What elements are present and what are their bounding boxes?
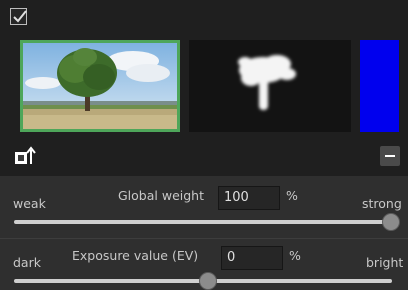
section-divider: [0, 238, 408, 239]
exposure-input[interactable]: 0: [221, 246, 283, 270]
layer-preview-panel: [0, 0, 408, 176]
weak-label: weak: [13, 196, 46, 211]
tree-landscape-photo: [23, 43, 177, 129]
bright-label: bright: [366, 255, 404, 270]
color-thumbnail[interactable]: [360, 40, 399, 132]
global-weight-unit: %: [286, 188, 298, 203]
dark-label: dark: [13, 255, 41, 270]
global-weight-slider-handle[interactable]: [382, 213, 400, 231]
exposure-title: Exposure value (EV): [72, 248, 199, 263]
global-weight-slider-track[interactable]: [14, 220, 392, 224]
add-to-layer-icon[interactable]: [14, 146, 36, 166]
photo-thumbnail[interactable]: [20, 40, 180, 132]
strong-label: strong: [362, 196, 402, 211]
exposure-unit: %: [289, 248, 301, 263]
checkmark-icon: [13, 10, 27, 23]
minus-icon: [385, 155, 395, 157]
remove-layer-button[interactable]: [380, 146, 400, 166]
mask-preview: [189, 40, 351, 132]
enable-checkbox[interactable]: [10, 8, 27, 25]
global-weight-input[interactable]: 100: [218, 186, 280, 210]
mask-thumbnail[interactable]: [189, 40, 351, 132]
global-weight-title: Global weight: [118, 188, 204, 203]
exposure-slider-handle[interactable]: [199, 272, 217, 290]
